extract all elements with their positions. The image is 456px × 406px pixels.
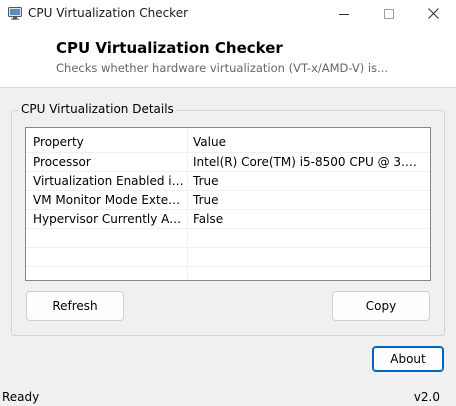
group-legend: CPU Virtualization Details (19, 102, 176, 116)
header-panel: CPU Virtualization Checker Checks whethe… (0, 27, 456, 87)
copy-button[interactable]: Copy (332, 291, 430, 321)
minimize-button[interactable] (321, 0, 367, 27)
close-icon (427, 8, 439, 19)
table-row[interactable]: Virtualization Enabled in Fir... True (26, 172, 430, 191)
row-property: Hypervisor Currently Active (33, 212, 185, 226)
column-header-value[interactable]: Value (193, 131, 423, 152)
close-button[interactable] (410, 0, 456, 27)
row-value: True (193, 174, 219, 188)
about-button[interactable]: About (372, 346, 444, 372)
title-bar: CPU Virtualization Checker (0, 0, 456, 27)
row-property: Processor (33, 155, 91, 169)
status-bar: Ready v2.0 (0, 388, 456, 406)
maximize-button[interactable] (366, 0, 412, 27)
status-text: Ready (2, 390, 40, 404)
window-title: CPU Virtualization Checker (28, 6, 189, 20)
column-header-property[interactable]: Property (33, 131, 185, 152)
row-value: False (193, 212, 224, 226)
empty-row (26, 248, 430, 267)
table-row[interactable]: VM Monitor Mode Extensi... True (26, 191, 430, 210)
row-property: VM Monitor Mode Extensi... (33, 193, 185, 207)
table-row[interactable]: Hypervisor Currently Active False (26, 210, 430, 229)
header-divider (0, 87, 456, 88)
version-label: v2.0 (413, 390, 440, 404)
empty-row (26, 267, 430, 280)
row-value: Intel(R) Core(TM) i5-8500 CPU @ 3.00G... (193, 155, 423, 169)
details-list[interactable]: Property Value Processor Intel(R) Core(T… (25, 127, 431, 281)
table-row[interactable]: Processor Intel(R) Core(TM) i5-8500 CPU … (26, 153, 430, 172)
refresh-button[interactable]: Refresh (26, 291, 124, 321)
maximize-icon (384, 8, 394, 19)
empty-row (26, 229, 430, 248)
header-subtitle: Checks whether hardware virtualization (… (56, 61, 389, 75)
header-title: CPU Virtualization Checker (56, 39, 283, 57)
row-property: Virtualization Enabled in Fir... (33, 174, 185, 188)
list-header: Property Value (26, 131, 430, 153)
minimize-icon (339, 13, 349, 15)
row-value: True (193, 193, 219, 207)
monitor-icon (8, 7, 22, 20)
